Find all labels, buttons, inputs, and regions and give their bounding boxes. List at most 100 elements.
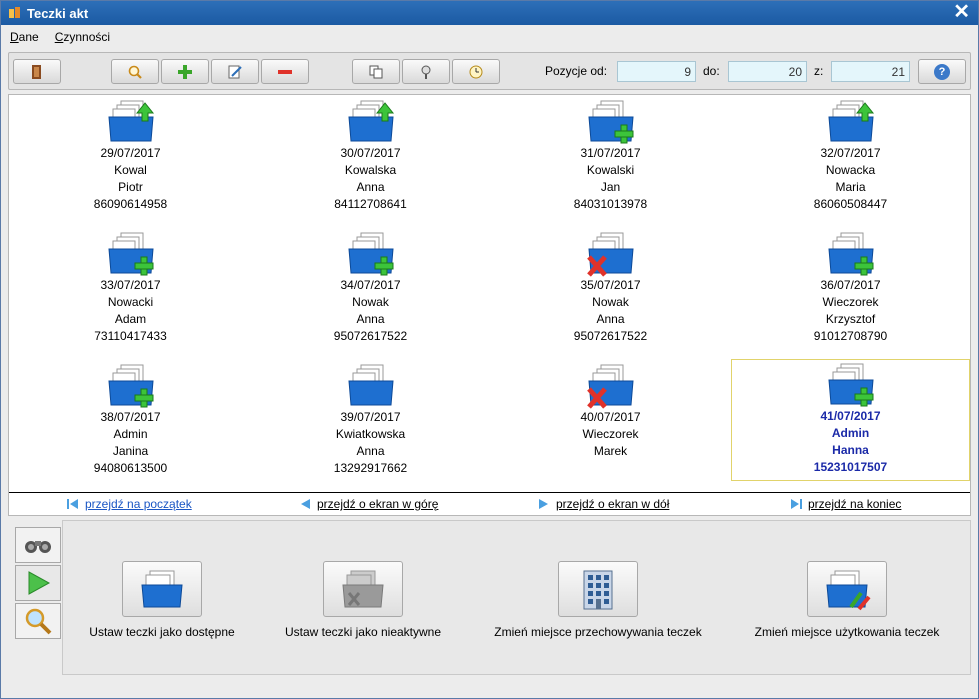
folder-id: 15231017507 [813,460,888,474]
folder-date: 31/07/2017 [580,146,641,160]
folder-tile[interactable]: 35/07/2017 Nowak Anna 95072617522 [491,229,730,351]
folder-id: 94080613500 [93,461,168,475]
folder-id: 84112708641 [334,197,407,211]
exit-icon [32,64,41,79]
folder-tile[interactable]: 31/07/2017 Kowalski Jan 84031013978 [491,97,730,219]
remove-button[interactable] [261,59,309,84]
nav-first-label: przejdź na początek [85,497,192,511]
remove-icon [278,69,292,74]
edit-button[interactable] [211,59,259,84]
nav-next-link[interactable]: przejdź o ekran w dół [538,497,669,511]
actions-area: Ustaw teczki jako dostępne Ustaw teczki … [62,520,971,675]
folder-id: 86060508447 [813,197,888,211]
window-title: Teczki akt [27,5,89,21]
folder-id: 84031013978 [573,197,648,211]
folder-name: Marek [593,444,628,458]
nav-next-label: przejdź o ekran w dół [556,497,670,511]
action-inactive-button[interactable] [323,561,403,617]
app-icon [7,5,23,21]
folder-surname: Nowacka [825,163,876,177]
folder-icon [107,97,155,145]
positions-from-label: Pozycje od: [545,64,608,78]
folder-name: Anna [356,180,385,194]
navigation-row: przejdź na początek przejdź o ekran w gó… [9,492,970,515]
folder-date: 30/07/2017 [340,146,401,160]
action-storage-button[interactable] [558,561,638,617]
folder-icon [347,361,395,409]
folder-icon [586,361,635,409]
folder-date: 38/07/2017 [100,410,161,424]
folder-tile[interactable]: 33/07/2017 Nowacki Adam 73110417433 [11,229,250,351]
folder-surname: Admin [831,426,870,440]
folder-date: 34/07/2017 [340,278,401,292]
menu-bar: Dane Czynności [1,25,978,49]
prev-page-icon [301,499,310,509]
search-button[interactable] [111,59,159,84]
title-bar: Teczki akt ✕ [1,1,978,25]
nav-prev-label: przejdź o ekran w górę [317,497,439,511]
action-storage-label: Zmień miejsce przechowywania teczek [494,625,702,639]
folder-tile[interactable]: 41/07/2017 Admin Hanna 15231017507 [731,359,970,481]
folder-name: Jan [600,180,621,194]
folder-tile[interactable]: 38/07/2017 Admin Janina 94080613500 [11,361,250,483]
folder-tile[interactable]: 40/07/2017 Wieczorek Marek [491,361,730,483]
folder-icon [347,97,395,145]
positions-of-label: z: [814,64,824,78]
close-icon[interactable]: ✕ [953,2,970,22]
positions-from-input[interactable]: 9 [617,61,696,82]
folder-tile[interactable]: 30/07/2017 Kowalska Anna 84112708641 [251,97,490,219]
action-usage-label: Zmień miejsce użytkowania teczek [754,625,940,639]
nav-prev-link[interactable]: przejdź o ekran w górę [299,497,438,511]
folder-inactive-icon [342,570,384,608]
positions-to-input[interactable]: 20 [728,61,807,82]
play-icon [28,571,51,595]
copy-button[interactable] [352,59,400,84]
folders-grid: 29/07/2017 Kowal Piotr 86090614958 30/07/201… [8,94,971,516]
folder-tile[interactable]: 29/07/2017 Kowal Piotr 86090614958 [11,97,250,219]
positions-of-input[interactable]: 21 [831,61,910,82]
add-button[interactable] [161,59,209,84]
folder-tile[interactable]: 32/07/2017 Nowacka Maria 86060508447 [731,97,970,219]
building-icon [583,570,613,610]
tab-magnifier[interactable] [15,603,61,639]
folder-name: Anna [356,444,385,458]
folder-tile[interactable]: 34/07/2017 Nowak Anna 95072617522 [251,229,490,351]
folder-name: Maria [835,180,866,194]
folder-surname: Wieczorek [822,295,879,309]
folder-icon [827,97,875,145]
tab-play[interactable] [15,565,61,601]
action-available-button[interactable] [122,561,202,617]
help-button[interactable]: ? [918,59,966,84]
folder-surname: Kowalska [344,163,397,177]
folder-surname: Kowalski [586,163,635,177]
menu-dane[interactable]: Dane [10,30,39,44]
menu-czynnosci[interactable]: Czynności [55,30,110,44]
folder-surname: Nowacki [107,295,154,309]
folder-name: Anna [356,312,385,326]
folder-id: 86090614958 [93,197,168,211]
folder-surname: Wieczorek [582,427,639,441]
folder-tile[interactable]: 36/07/2017 Wieczorek Krzysztof 91012708790 [731,229,970,351]
copy-icon [369,65,383,78]
tab-binoculars[interactable] [15,527,61,563]
folder-name: Anna [596,312,625,326]
exit-button[interactable] [13,59,61,84]
last-page-icon [791,499,802,509]
nav-last-link[interactable]: przejdź na koniec [790,497,901,511]
action-usage-button[interactable] [807,561,887,617]
actions-panel: Ustaw teczki jako dostępne Ustaw teczki … [8,520,971,680]
folder-id: 95072617522 [573,329,648,343]
folder-icon [586,229,635,277]
folder-surname: Nowak [592,295,629,309]
history-button[interactable] [452,59,500,84]
folder-surname: Admin [113,427,148,441]
folder-tile[interactable]: 39/07/2017 Kwiatkowska Anna 13292917662 [251,361,490,483]
action-inactive-label: Ustaw teczki jako nieaktywne [284,625,442,639]
folder-id: 13292917662 [333,461,408,475]
location-button[interactable] [402,59,450,84]
nav-first-link[interactable]: przejdź na początek [67,497,192,511]
folder-surname: Nowak [352,295,389,309]
folder-icon [107,361,155,409]
binoculars-icon [25,541,51,553]
folder-id: 95072617522 [333,329,408,343]
